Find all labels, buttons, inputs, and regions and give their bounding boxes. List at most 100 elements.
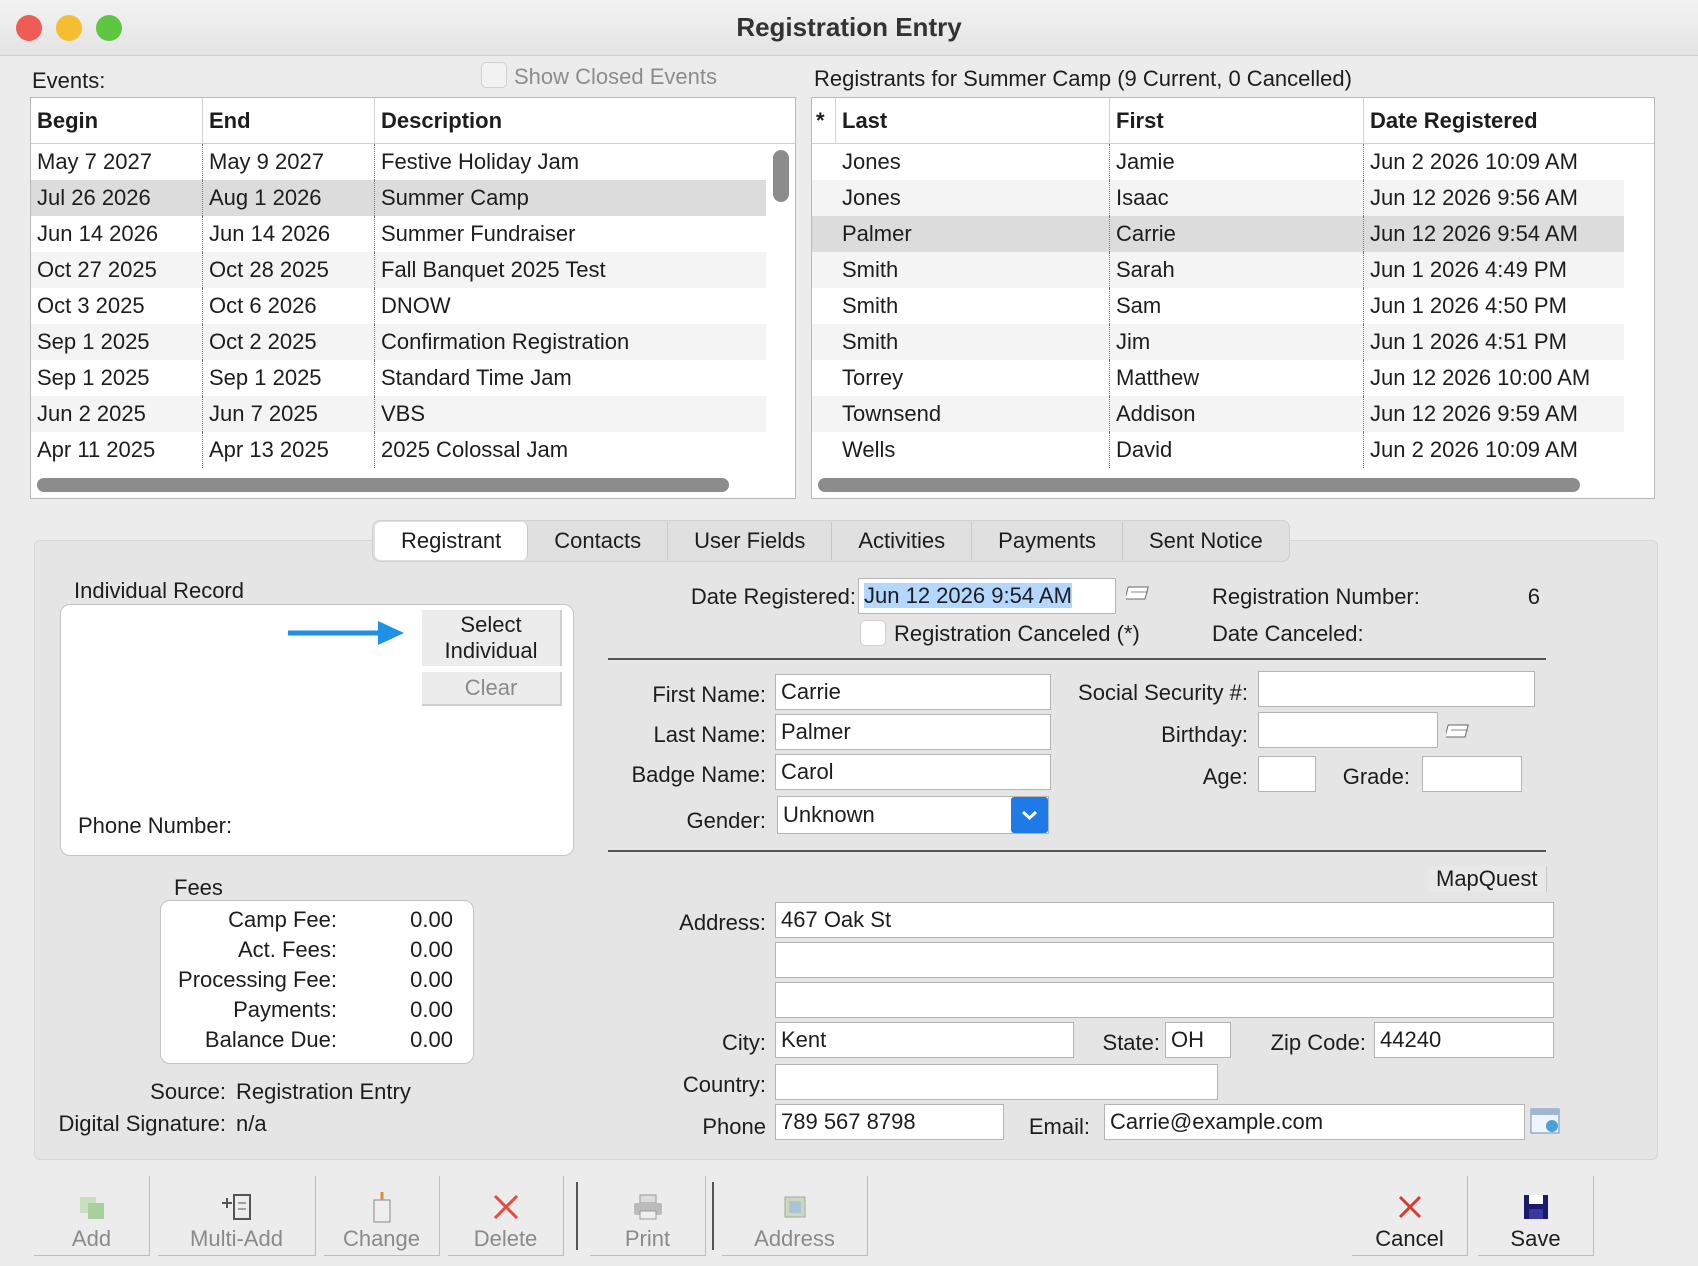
table-cell: Townsend (836, 396, 1110, 432)
first-name-label: First Name: (652, 682, 766, 707)
city-input[interactable]: Kent (775, 1022, 1074, 1058)
table-cell: Jun 14 2026 (203, 216, 375, 252)
events-col-end[interactable]: End (203, 98, 375, 143)
table-cell: Jun 12 2026 10:00 AM (1370, 365, 1591, 390)
table-cell (812, 216, 836, 252)
table-row[interactable]: Oct 3 2025 Oct 6 2026 DNOW (31, 288, 766, 324)
tab-payments[interactable]: Payments (972, 522, 1123, 560)
table-row[interactable]: Smith Sam Jun 1 2026 4:50 PM (812, 288, 1624, 324)
arrow-right-icon (288, 621, 404, 645)
table-cell: Oct 3 2025 (31, 288, 203, 324)
clear-button[interactable]: Clear (422, 672, 562, 706)
cancel-button[interactable]: Cancel (1352, 1176, 1468, 1256)
registrants-col-date-registered[interactable]: Date Registered (1364, 98, 1654, 143)
registrants-table[interactable]: * Last First Date Registered Jones Jamie J… (811, 97, 1655, 499)
registration-canceled-checkbox[interactable] (860, 620, 886, 646)
first-name-input[interactable]: Carrie (775, 674, 1051, 710)
mapquest-button[interactable]: MapQuest (1428, 866, 1547, 892)
grade-label: Grade: (1342, 764, 1410, 789)
email-input[interactable]: Carrie@example.com (1104, 1104, 1525, 1140)
table-row[interactable]: Wells David Jun 2 2026 10:09 AM (812, 432, 1624, 468)
select-individual-button[interactable]: Select Individual (422, 610, 562, 666)
country-input[interactable] (775, 1064, 1218, 1100)
address-line2-input[interactable] (775, 942, 1554, 978)
change-button[interactable]: Change (324, 1176, 440, 1256)
date-registered-value: Jun 12 2026 9:54 AM (864, 583, 1072, 608)
table-cell: Jul 26 2026 (31, 180, 203, 216)
add-button[interactable]: Add (34, 1176, 150, 1256)
grade-input[interactable] (1422, 756, 1522, 792)
table-row[interactable]: May 7 2027 May 9 2027 Festive Holiday Jam (31, 144, 766, 180)
delete-label: Delete (473, 1226, 538, 1251)
table-row[interactable]: Smith Sarah Jun 1 2026 4:49 PM (812, 252, 1624, 288)
table-row[interactable]: Jones Jamie Jun 2 2026 10:09 AM (812, 144, 1624, 180)
gender-label: Gender: (686, 808, 767, 833)
digital-signature-label: Digital Signature: (58, 1111, 226, 1136)
table-cell (812, 144, 836, 180)
events-table[interactable]: Begin End Description May 7 2027 May 9 20… (30, 97, 796, 499)
table-row[interactable]: Apr 11 2025 Apr 13 2025 2025 Colossal Jam (31, 432, 766, 468)
fee-label: Camp Fee: (228, 907, 337, 932)
save-button[interactable]: Save (1478, 1176, 1594, 1256)
delete-button[interactable]: Delete (448, 1176, 564, 1256)
table-row[interactable]: Jun 2 2025 Jun 7 2025 VBS (31, 396, 766, 432)
print-button[interactable]: Print (590, 1176, 706, 1256)
table-row[interactable]: Sep 1 2025 Oct 2 2025 Confirmation Registr… (31, 324, 766, 360)
events-hscrollbar[interactable] (37, 478, 729, 492)
phone-input[interactable]: 789 567 8798 (775, 1104, 1004, 1140)
tab-sent-notice[interactable]: Sent Notice (1123, 522, 1289, 560)
table-row[interactable]: Sep 1 2025 Sep 1 2025 Standard Time Jam (31, 360, 766, 396)
multi-add-button[interactable]: Multi-Add (158, 1176, 316, 1256)
address-label: Address (754, 1226, 835, 1251)
address-line1-input[interactable]: 467 Oak St (775, 902, 1554, 938)
birthday-input[interactable] (1258, 712, 1438, 748)
email-compose-icon[interactable] (1530, 1106, 1560, 1136)
calendar-icon[interactable] (1126, 584, 1152, 602)
birthday-calendar-icon[interactable] (1446, 722, 1472, 740)
gender-select[interactable]: Unknown (777, 796, 1049, 834)
tab-user-fields[interactable]: User Fields (668, 522, 833, 560)
email-label: Email: (1028, 1114, 1090, 1139)
table-row[interactable]: Jones Isaac Jun 12 2026 9:56 AM (812, 180, 1624, 216)
age-input[interactable] (1258, 756, 1316, 792)
ssn-label: Social Security #: (1078, 680, 1248, 705)
age-label: Age: (1202, 764, 1248, 789)
tab-registrant[interactable]: Registrant (375, 522, 529, 560)
zip-code-input[interactable]: 44240 (1374, 1022, 1554, 1058)
table-cell: Oct 28 2025 (203, 252, 375, 288)
table-row[interactable]: Smith Jim Jun 1 2026 4:51 PM (812, 324, 1624, 360)
table-row[interactable]: Jul 26 2026 Aug 1 2026 Summer Camp (31, 180, 766, 216)
events-col-begin[interactable]: Begin (31, 98, 203, 143)
show-closed-events-checkbox[interactable] (481, 62, 507, 88)
state-input[interactable]: OH (1165, 1022, 1231, 1058)
events-vscrollbar[interactable] (773, 150, 789, 202)
table-row[interactable]: Palmer Carrie Jun 12 2026 9:54 AM (812, 216, 1624, 252)
table-cell: Jun 2 2026 10:09 AM (1370, 437, 1578, 462)
table-row[interactable]: Townsend Addison Jun 12 2026 9:59 AM (812, 396, 1624, 432)
address-button[interactable]: Address (722, 1176, 868, 1256)
table-row[interactable]: Torrey Matthew Jun 12 2026 10:00 AM (812, 360, 1624, 396)
address-line3-input[interactable] (775, 982, 1554, 1018)
table-row[interactable]: Jun 14 2026 Jun 14 2026 Summer Fundraiser (31, 216, 766, 252)
registrants-col-star[interactable]: * (812, 98, 836, 143)
individual-record-title: Individual Record (74, 578, 244, 603)
table-cell: Sep 1 2025 (31, 324, 203, 360)
date-registered-field[interactable]: Jun 12 2026 9:54 AM (858, 578, 1116, 614)
badge-name-input[interactable]: Carol (775, 754, 1051, 790)
fee-label: Act. Fees: (237, 937, 337, 962)
table-cell: Smith (836, 324, 1110, 360)
chevron-down-icon[interactable] (1011, 797, 1048, 833)
table-row[interactable]: Oct 27 2025 Oct 28 2025 Fall Banquet 2025 … (31, 252, 766, 288)
last-name-input[interactable]: Palmer (775, 714, 1051, 750)
fee-value: 0.00 (410, 997, 453, 1022)
birthday-label: Birthday: (1161, 722, 1248, 747)
registrants-col-last[interactable]: Last (836, 98, 1110, 143)
tab-activities[interactable]: Activities (832, 522, 973, 560)
tab-contacts[interactable]: Contacts (528, 522, 669, 560)
registrants-hscrollbar[interactable] (818, 478, 1580, 492)
registrants-col-first[interactable]: First (1110, 98, 1364, 143)
change-label: Change (342, 1226, 421, 1251)
ssn-input[interactable] (1258, 671, 1535, 707)
table-cell: Summer Camp (381, 185, 529, 210)
events-col-description[interactable]: Description (375, 98, 795, 143)
